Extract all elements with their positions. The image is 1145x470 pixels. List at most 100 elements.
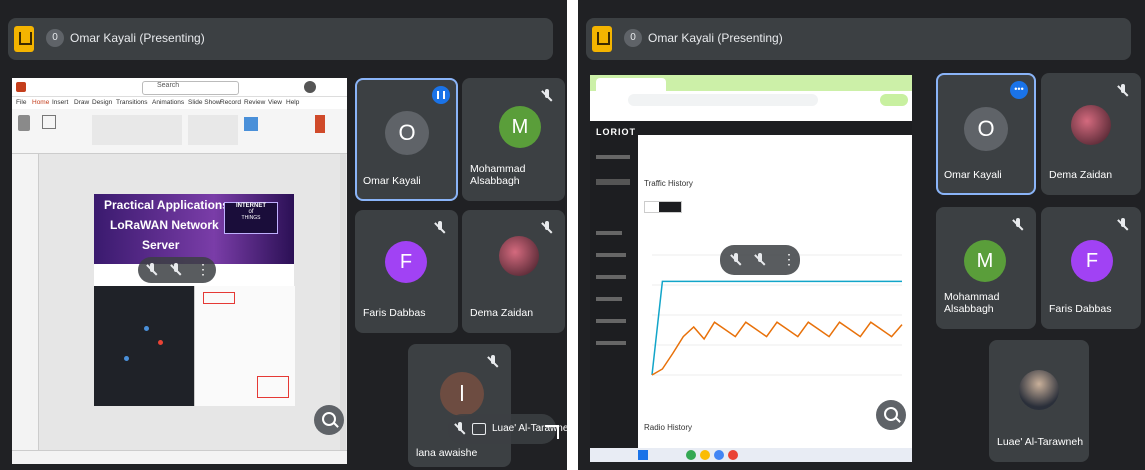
more-options-icon[interactable]: ⋮	[782, 251, 796, 267]
camera-off-icon	[472, 423, 486, 435]
menu-design[interactable]: Design	[92, 99, 112, 106]
menu-home[interactable]: Home	[32, 99, 49, 106]
paste-icon[interactable]	[18, 115, 30, 131]
avatar: O	[385, 111, 429, 155]
menu-insert[interactable]: Insert	[52, 99, 68, 106]
slide-table-screenshot	[194, 286, 295, 406]
expand-icon[interactable]	[545, 425, 559, 439]
sidebar-item[interactable]	[596, 231, 622, 235]
participant-tile[interactable]: M Mohammad Alsabbagh	[462, 78, 565, 201]
menu-file[interactable]: File	[16, 99, 26, 106]
slide-title-line3: Server	[142, 238, 180, 252]
sidebar-item[interactable]	[596, 297, 622, 301]
slide-thumbnails	[12, 154, 39, 450]
browser-urlbar	[590, 91, 912, 110]
participant-tile[interactable]: Dema Zaidan	[1041, 73, 1141, 195]
participant-tile[interactable]: F Faris Dabbas	[1041, 207, 1141, 329]
participant-tile[interactable]: O Omar Kayali	[355, 78, 458, 201]
presenting-title: Omar Kayali (Presenting)	[648, 31, 783, 45]
meeting-panel-left: 0 Omar Kayali (Presenting) Search File H…	[0, 0, 567, 470]
taskbar-app-icon[interactable]	[700, 450, 710, 460]
iot-badge: INTERNET of THINGS	[224, 202, 278, 234]
mic-off-icon	[452, 421, 468, 437]
participant-tile[interactable]: F Faris Dabbas	[355, 210, 458, 333]
participant-tile[interactable]: l lana awaishe	[408, 344, 511, 467]
start-icon[interactable]	[638, 450, 648, 460]
sidebar-item[interactable]	[596, 275, 626, 279]
menu-transitions[interactable]: Transitions	[116, 99, 148, 106]
sidebar-item[interactable]	[596, 155, 630, 159]
participant-tile[interactable]: O ••• Omar Kayali	[936, 73, 1036, 195]
ppt-workspace: Practical Applications LoRaWAN Network S…	[12, 154, 347, 450]
participant-name: Dema Zaidan	[470, 307, 534, 319]
mic-off-icon	[539, 88, 555, 104]
ppt-statusbar	[12, 450, 347, 464]
menu-slideshow[interactable]: Slide Show	[188, 99, 221, 106]
slide-title-line1: Practical Applications	[104, 198, 229, 212]
taskbar-app-icon[interactable]	[686, 450, 696, 460]
participant-tile[interactable]: Luae' Al-Tarawneh	[989, 340, 1089, 462]
participant-name: Mohammad Alsabbagh	[944, 291, 1000, 315]
sidebar-item[interactable]	[596, 253, 626, 257]
menu-help[interactable]: Help	[286, 99, 299, 106]
more-options-icon[interactable]: •••	[1010, 81, 1028, 99]
presenting-bar: 0 Omar Kayali (Presenting)	[8, 18, 553, 60]
share-overlay-controls[interactable]: ⋮	[720, 245, 800, 275]
presenting-title: Omar Kayali (Presenting)	[70, 31, 205, 45]
participant-tile[interactable]: M Mohammad Alsabbagh	[936, 207, 1036, 329]
mic-off-icon	[432, 220, 448, 236]
more-options-icon[interactable]: ⋮	[196, 261, 210, 277]
mic-off-icon	[752, 252, 768, 268]
taskbar-app-icon[interactable]	[728, 450, 738, 460]
menu-view[interactable]: View	[268, 99, 282, 106]
shapes-icon[interactable]	[244, 117, 258, 131]
new-slide-icon[interactable]	[42, 115, 56, 129]
mic-off-icon	[485, 354, 501, 370]
map-marker-icon	[158, 340, 163, 345]
participant-tile[interactable]: Dema Zaidan	[462, 210, 565, 333]
map-marker-icon	[124, 356, 129, 361]
menu-animations[interactable]: Animations	[152, 99, 184, 106]
mic-off-icon	[1115, 83, 1131, 99]
zoom-icon[interactable]	[876, 400, 906, 430]
ppt-titlebar: Search	[12, 78, 347, 97]
mic-off-icon	[1115, 217, 1131, 233]
mic-off-icon	[168, 262, 184, 278]
designer-icon[interactable]	[315, 115, 325, 133]
participant-name: Omar Kayali	[363, 175, 421, 187]
ppt-ribbon	[12, 109, 347, 154]
address-input[interactable]	[628, 94, 818, 106]
mic-off-icon	[728, 252, 744, 268]
ppt-scrollbar[interactable]	[340, 154, 346, 450]
loriot-header	[638, 121, 912, 135]
avatar-photo	[1071, 105, 1111, 145]
zoom-icon[interactable]	[314, 405, 344, 435]
presentation-icon	[14, 26, 34, 52]
participant-name: Faris Dabbas	[363, 307, 426, 319]
sidebar-item[interactable]	[596, 319, 626, 323]
share-overlay-controls[interactable]: ⋮	[138, 257, 216, 283]
taskbar-app-icon[interactable]	[714, 450, 724, 460]
browser-tab[interactable]	[596, 78, 666, 91]
menu-draw[interactable]: Draw	[74, 99, 89, 106]
ppt-search-input[interactable]: Search	[142, 81, 239, 95]
paragraph-group	[188, 115, 238, 145]
section-title-traffic: Traffic History	[644, 179, 693, 188]
floating-participant-bar[interactable]: Luae' Al-Tarawneh	[448, 414, 567, 444]
chart-series-line	[651, 321, 903, 376]
participant-name: Mohammad Alsabbagh	[470, 163, 526, 187]
presenting-badge: 0	[46, 29, 64, 47]
avatar: M	[964, 240, 1006, 282]
avatar-photo	[499, 236, 539, 276]
ppt-search-placeholder: Search	[157, 82, 180, 89]
participant-name: Faris Dabbas	[1049, 303, 1112, 315]
presenting-badge: 0	[624, 29, 642, 47]
sidebar-item[interactable]	[596, 179, 630, 185]
traffic-toggle-active[interactable]	[659, 202, 681, 212]
menu-record[interactable]: Record	[220, 99, 241, 106]
traffic-toggle[interactable]	[644, 201, 682, 213]
profile-button[interactable]	[880, 94, 908, 106]
slide-map-screenshot	[94, 286, 194, 406]
menu-review[interactable]: Review	[244, 99, 265, 106]
sidebar-item[interactable]	[596, 341, 626, 345]
